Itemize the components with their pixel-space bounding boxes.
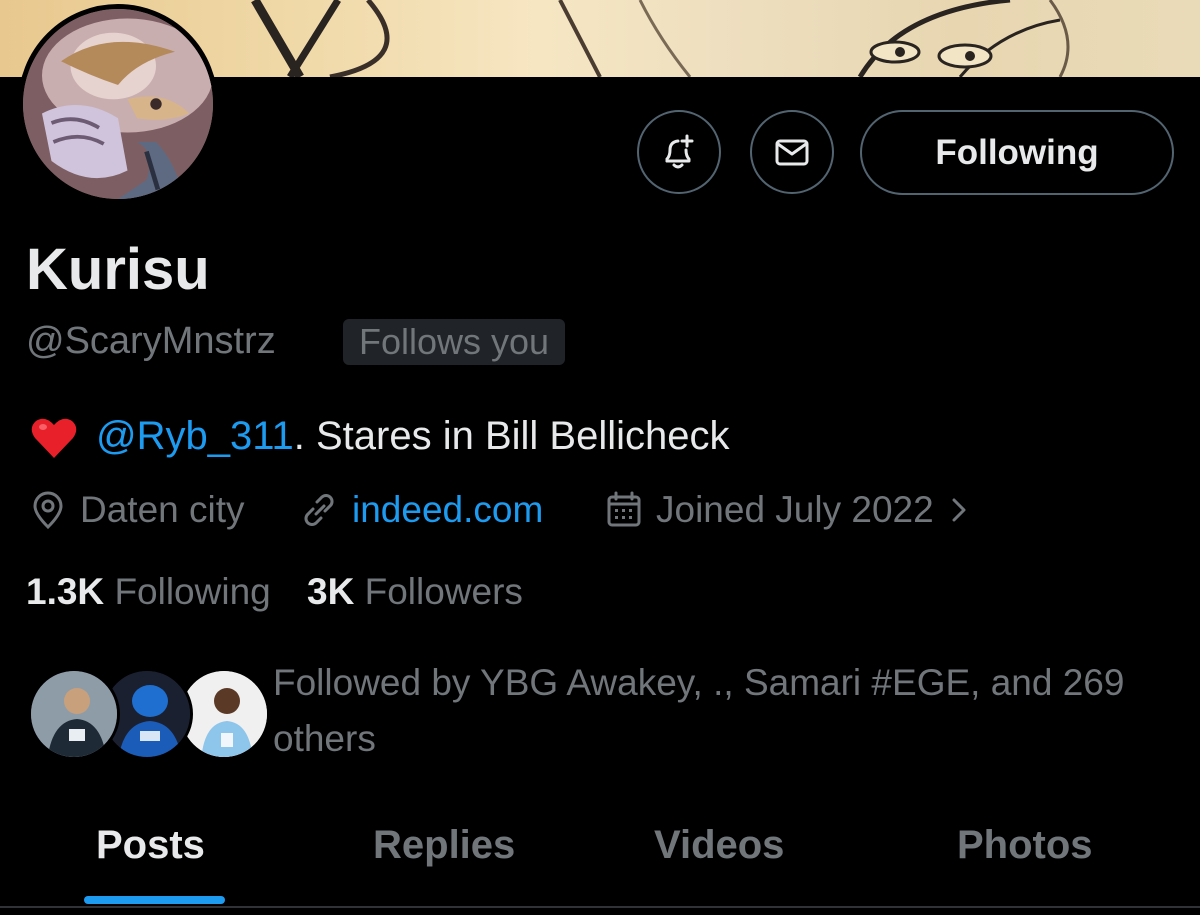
followers-label: Followers bbox=[364, 571, 523, 612]
profile-avatar[interactable] bbox=[18, 4, 218, 204]
profile-name: Kurisu bbox=[26, 237, 210, 302]
website-link[interactable]: indeed.com bbox=[352, 486, 543, 534]
following-button[interactable]: Following bbox=[860, 110, 1174, 195]
bio-text: . Stares in Bill Bellicheck bbox=[293, 414, 730, 458]
tab-photos[interactable]: Photos bbox=[957, 820, 1093, 870]
following-count: 1.3K bbox=[26, 571, 105, 612]
bell-plus-icon bbox=[665, 134, 694, 169]
calendar-icon bbox=[607, 491, 641, 527]
followers-count: 3K bbox=[307, 571, 355, 612]
active-tab-indicator bbox=[84, 896, 225, 904]
bio-mention-link[interactable]: @Ryb_311 bbox=[96, 414, 294, 458]
tab-videos[interactable]: Videos bbox=[654, 820, 784, 870]
profile-joined[interactable]: Joined July 2022 bbox=[604, 486, 974, 534]
tabs-divider bbox=[0, 906, 1200, 908]
followed-by-text[interactable]: Followed by YBG Awakey, ., Samari #EGE, … bbox=[273, 655, 1183, 767]
following-stat[interactable]: 1.3K Following bbox=[26, 571, 271, 612]
mutual-avatar bbox=[28, 668, 120, 760]
mutual-followers-avatars[interactable] bbox=[28, 668, 270, 762]
location-pin-icon bbox=[33, 491, 63, 530]
profile-tabs: Posts Replies Videos Photos bbox=[0, 800, 1200, 908]
profile-handle: @ScaryMnstrz bbox=[26, 320, 276, 362]
follow-stats: 1.3K Following 3K Followers bbox=[26, 568, 523, 616]
chevron-right-icon bbox=[952, 498, 966, 522]
followers-stat[interactable]: 3K Followers bbox=[307, 571, 523, 612]
envelope-icon bbox=[775, 139, 809, 166]
tab-posts[interactable]: Posts bbox=[96, 820, 205, 870]
following-label: Following bbox=[114, 571, 271, 612]
link-icon bbox=[304, 494, 334, 526]
heart-emoji-icon bbox=[30, 416, 78, 460]
tab-replies[interactable]: Replies bbox=[373, 820, 515, 870]
location-text: Daten city bbox=[80, 489, 245, 530]
notifications-button[interactable] bbox=[637, 110, 721, 194]
message-button[interactable] bbox=[750, 110, 834, 194]
follows-you-badge: Follows you bbox=[343, 319, 566, 365]
profile-website[interactable]: indeed.com bbox=[298, 486, 543, 534]
joined-text: Joined July 2022 bbox=[656, 489, 934, 530]
profile-location: Daten city bbox=[28, 486, 245, 534]
profile-bio: @Ryb_311. Stares in Bill Bellicheck bbox=[30, 410, 730, 462]
